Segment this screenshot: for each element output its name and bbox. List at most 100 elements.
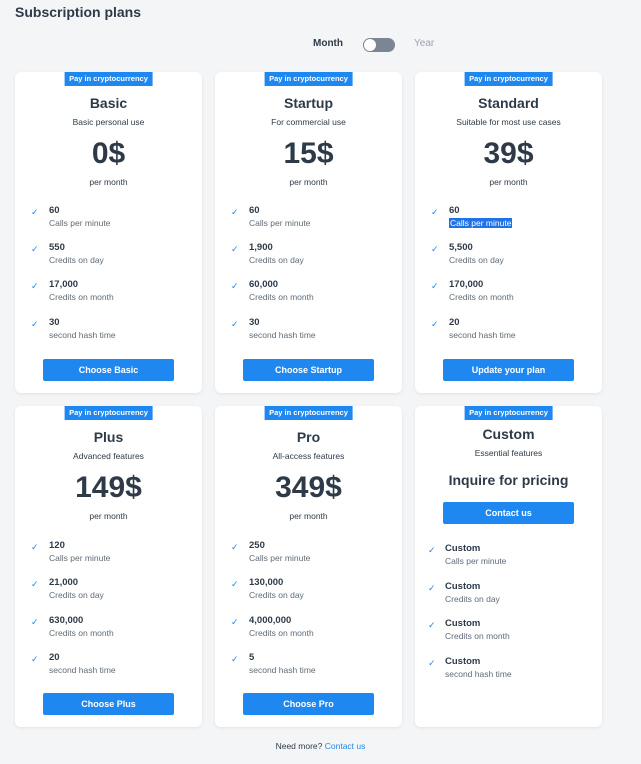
choose-basic-button[interactable]: Choose Basic <box>43 359 174 381</box>
feature-hash-time: ✓ 30 second hash time <box>15 317 202 347</box>
plan-subtitle: Essential features <box>474 448 543 458</box>
feature-value: 4,000,000 <box>249 615 292 626</box>
feature-value: 550 <box>49 242 65 253</box>
plan-price: 149$ <box>75 471 142 504</box>
check-icon: ✓ <box>431 319 439 329</box>
billing-period-switch[interactable] <box>363 38 395 52</box>
feature-label: Calls per minute <box>249 553 311 563</box>
plan-price: 0$ <box>91 137 126 170</box>
plan-subtitle: Advanced features <box>73 451 144 461</box>
check-icon: ✓ <box>31 542 39 552</box>
plan-period: per month <box>289 177 328 187</box>
plan-period: per month <box>89 511 128 521</box>
check-icon: ✓ <box>231 542 239 552</box>
year-label[interactable]: Year <box>414 38 434 49</box>
feature-credits-day: ✓ 130,000 Credits on day <box>215 577 402 607</box>
feature-label: Credits on day <box>49 590 104 600</box>
feature-value: 21,000 <box>49 577 79 588</box>
check-icon: ✓ <box>231 244 239 254</box>
feature-label-selected: Calls per minute <box>449 218 513 228</box>
plan-period: per month <box>89 177 128 187</box>
feature-credits-month: ✓ 60,000 Credits on month <box>215 279 402 309</box>
plan-name: Pro <box>296 429 321 445</box>
feature-credits-day: ✓ 550 Credits on day <box>15 242 202 272</box>
feature-value: 130,000 <box>249 577 284 588</box>
feature-label: Calls per minute <box>49 553 111 563</box>
plan-name: Custom <box>482 426 535 442</box>
plan-price: 349$ <box>275 471 342 504</box>
feature-label: Credits on month <box>445 631 510 641</box>
feature-credits-month: ✓ 170,000 Credits on month <box>415 279 602 309</box>
feature-credits-month: ✓ 17,000 Credits on month <box>15 279 202 309</box>
feature-label: Credits on day <box>249 590 304 600</box>
feature-label: second hash time <box>49 665 116 675</box>
crypto-badge: Pay in cryptocurrency <box>464 406 553 420</box>
feature-value: 20 <box>49 652 60 663</box>
check-icon: ✓ <box>231 579 239 589</box>
feature-value: 120 <box>49 540 65 551</box>
plan-subtitle: For commercial use <box>271 117 346 127</box>
feature-calls: ✓ 120 Calls per minute <box>15 540 202 570</box>
check-icon: ✓ <box>231 281 239 291</box>
billing-toggle: Month Year <box>0 36 641 54</box>
check-icon: ✓ <box>31 244 39 254</box>
check-icon: ✓ <box>428 545 436 555</box>
plan-name: Startup <box>284 95 333 111</box>
check-icon: ✓ <box>31 617 39 627</box>
plan-subtitle: All-access features <box>272 451 345 461</box>
check-icon: ✓ <box>31 319 39 329</box>
feature-value: 5,500 <box>449 242 473 253</box>
contact-us-button[interactable]: Contact us <box>443 502 574 524</box>
inquire-pricing-text: Inquire for pricing <box>448 472 569 488</box>
plan-card-standard: Pay in cryptocurrency Standard Suitable … <box>415 72 602 393</box>
feature-hash-time: ✓ 5 second hash time <box>215 652 402 682</box>
feature-label: Credits on month <box>249 292 314 302</box>
feature-label: second hash time <box>249 665 316 675</box>
feature-label: Credits on day <box>249 255 304 265</box>
plan-card-startup: Pay in cryptocurrency Startup For commer… <box>215 72 402 393</box>
update-plan-button[interactable]: Update your plan <box>443 359 574 381</box>
feature-value: 60 <box>449 205 460 216</box>
plan-card-custom: Pay in cryptocurrency Custom Essential f… <box>415 406 602 727</box>
feature-label: second hash time <box>449 330 516 340</box>
choose-plus-button[interactable]: Choose Plus <box>43 693 174 715</box>
plan-card-pro: Pay in cryptocurrency Pro All-access fea… <box>215 406 402 727</box>
month-label[interactable]: Month <box>313 38 343 49</box>
feature-value: 60,000 <box>249 279 279 290</box>
feature-label: second hash time <box>445 669 512 679</box>
check-icon: ✓ <box>428 583 436 593</box>
feature-label: Credits on month <box>49 292 114 302</box>
plan-price: 15$ <box>283 137 334 170</box>
feature-credits-day: ✓ 5,500 Credits on day <box>415 242 602 272</box>
feature-value: 250 <box>249 540 265 551</box>
feature-credits-month: ✓ 630,000 Credits on month <box>15 615 202 645</box>
feature-value: Custom <box>445 656 481 667</box>
choose-startup-button[interactable]: Choose Startup <box>243 359 374 381</box>
feature-hash-time: ✓ Custom second hash time <box>415 656 602 686</box>
crypto-badge: Pay in cryptocurrency <box>264 72 353 86</box>
feature-calls: ✓ 60 Calls per minute <box>15 205 202 235</box>
check-icon: ✓ <box>231 319 239 329</box>
choose-pro-button[interactable]: Choose Pro <box>243 693 374 715</box>
feature-value: 17,000 <box>49 279 79 290</box>
plan-card-plus: Pay in cryptocurrency Plus Advanced feat… <box>15 406 202 727</box>
feature-value: Custom <box>445 618 481 629</box>
feature-label: second hash time <box>49 330 116 340</box>
footer-text: Need more? <box>275 741 323 751</box>
feature-credits-month: ✓ 4,000,000 Credits on month <box>215 615 402 645</box>
feature-calls: ✓ 60 Calls per minute <box>415 205 602 235</box>
feature-label: Credits on day <box>449 255 504 265</box>
feature-value: 630,000 <box>49 615 84 626</box>
feature-value: 170,000 <box>449 279 484 290</box>
feature-value: 60 <box>249 205 260 216</box>
crypto-badge: Pay in cryptocurrency <box>64 406 153 420</box>
footer-contact-link[interactable]: Contact us <box>325 741 366 751</box>
plan-name: Standard <box>478 95 539 111</box>
plan-price: 39$ <box>483 137 534 170</box>
crypto-badge: Pay in cryptocurrency <box>464 72 553 86</box>
feature-calls: ✓ Custom Calls per minute <box>415 543 602 573</box>
feature-label: Credits on day <box>49 255 104 265</box>
feature-calls: ✓ 60 Calls per minute <box>215 205 402 235</box>
feature-value: 30 <box>49 317 60 328</box>
feature-label: Credits on month <box>49 628 114 638</box>
